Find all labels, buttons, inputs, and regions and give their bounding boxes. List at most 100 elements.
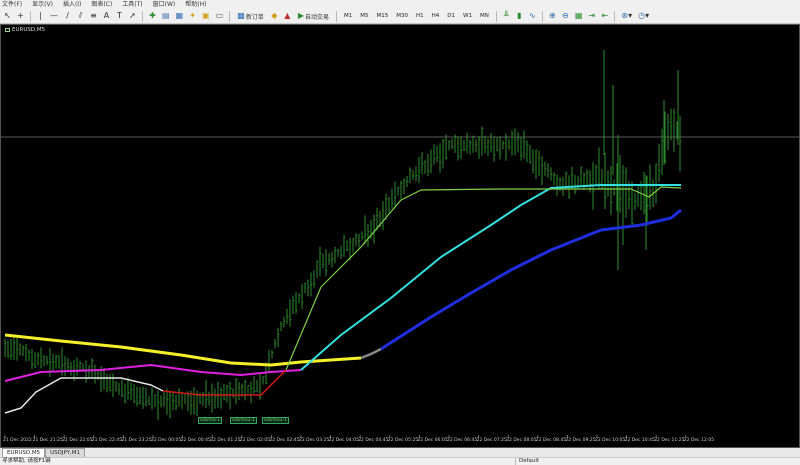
vertical-line-button[interactable]: | [35, 10, 46, 22]
help-text: 寻求帮助, 请按F1键 [2, 458, 51, 464]
time-axis-label: 22 Dec 09:25 [565, 438, 596, 443]
menu-insert[interactable]: 插入(I) [63, 0, 81, 9]
bar-chart-icon: ╨ [503, 11, 509, 20]
toolbar-separator [614, 10, 616, 22]
time-axis-label: 21 Dec 21:25 [32, 438, 63, 443]
tester-icon: ▭ [215, 11, 224, 20]
zoom-out-button[interactable]: ⊖ [560, 10, 571, 22]
period-w1[interactable]: W1 [460, 10, 475, 22]
ma-gray-segment [360, 347, 382, 360]
period-m15[interactable]: M15 [374, 10, 392, 22]
menu-help[interactable]: 帮助(H) [185, 0, 206, 9]
autotrading-button[interactable]: ▶ 自动交易 [295, 10, 332, 22]
trendline-button[interactable]: / [62, 10, 73, 22]
auto-scroll-button[interactable]: ⇥ [586, 10, 597, 22]
candles-button[interactable]: ▮ [514, 10, 525, 22]
object-tag[interactable]: sdsrma2-1 [230, 417, 257, 424]
time-axis-label: 22 Dec 12:05 [683, 438, 715, 443]
new-order-button[interactable]: ▩ 新订单 [234, 10, 267, 22]
new-order-icon: ▩ [237, 11, 245, 20]
bar-chart-button[interactable]: ╨ [501, 10, 512, 22]
object-tag[interactable]: sdsrma-1 [198, 417, 222, 424]
chart-tabs: EURUSD,M5 USDJPY,M1 [0, 448, 800, 457]
menu-window[interactable]: 窗口(W) [153, 0, 176, 9]
chart-shift-button[interactable]: ⇤ [599, 10, 610, 22]
crosshair-icon: + [17, 11, 24, 20]
candles-icon: ▮ [517, 11, 522, 20]
time-axis-label: 22 Dec 00:05 [151, 438, 182, 443]
horizontal-line-button[interactable]: — [48, 10, 60, 22]
toolbar-separator [142, 10, 143, 22]
time-axis-label: 21 Dec 22:05 [62, 438, 93, 443]
toolbar-separator [229, 10, 231, 22]
time-axis-label: 22 Dec 10:45 [624, 438, 655, 443]
tab-usdjpy-m1[interactable]: USDJPY,M1 [45, 448, 86, 457]
arrows-button[interactable]: ➚ [127, 10, 138, 22]
channel-button[interactable]: ⫽ [75, 10, 86, 22]
period-h4[interactable]: H4 [429, 10, 443, 22]
cursor-button[interactable]: ↖ [2, 10, 13, 22]
period-d1[interactable]: D1 [444, 10, 458, 22]
profiles-button[interactable]: ▤ [160, 10, 172, 22]
ma-fast-line [285, 186, 682, 371]
signals-button[interactable]: ▲ [282, 10, 293, 22]
period-m5[interactable]: M5 [357, 10, 371, 22]
market-watch-button[interactable]: ▦ [174, 10, 186, 22]
toolbar: ↖ + | — / ⫽ ≡ A T ➚ ✚ ▤ ▦ ✦ ▣ ▭ ▩ 新订单 ◆ … [0, 9, 800, 24]
ma-yellow-line [4, 333, 362, 367]
menu-tools[interactable]: 工具(T) [122, 0, 142, 9]
new-chart-button[interactable]: ✚ [147, 10, 158, 22]
channel-icon: ⫽ [78, 11, 83, 20]
time-axis-label: 22 Dec 08:05 [506, 438, 537, 443]
toolbar-separator [541, 10, 543, 22]
period-h1[interactable]: H1 [413, 10, 427, 22]
chevron-down-icon: ▾ [628, 11, 633, 20]
terminal-button[interactable]: ▣ [200, 10, 212, 22]
chart-window[interactable]: EURUSD,M5 sdsrma-1 sdsrma2-1 sdsrma3-1 2… [0, 24, 800, 448]
time-axis-label: 22 Dec 06:45 [447, 438, 478, 443]
chart-window-icon [5, 27, 10, 32]
crosshair-button[interactable]: + [15, 10, 26, 22]
clock-icon: ◷ [638, 11, 646, 20]
navigator-button[interactable]: ✦ [187, 10, 198, 22]
menu-file[interactable]: 文件(F) [2, 0, 22, 9]
toolbar-separator [336, 10, 337, 22]
menu-view[interactable]: 显示(V) [32, 0, 53, 9]
price-chart[interactable] [1, 25, 799, 447]
chart-shift-icon: ⇤ [601, 11, 609, 20]
terminal-icon: ▣ [202, 11, 210, 20]
new-chart-icon: ✚ [149, 11, 156, 20]
tile-windows-button[interactable]: ▦ [573, 10, 585, 22]
zoom-in-icon: ⊕ [548, 11, 556, 20]
text-button[interactable]: A [101, 10, 112, 22]
periodicity-button[interactable]: ◷ ▾ [636, 10, 651, 22]
tab-eurusd-m5[interactable]: EURUSD,M5 [2, 448, 46, 457]
period-m30[interactable]: M30 [393, 10, 411, 22]
terminal-window: 文件(F) 显示(V) 插入(I) 图表(C) 工具(T) 窗口(W) 帮助(H… [0, 0, 800, 465]
zoom-in-button[interactable]: ⊕ [547, 10, 558, 22]
time-axis-label: 22 Dec 11:25 [654, 438, 685, 443]
period-mn[interactable]: MN [477, 10, 492, 22]
tester-button[interactable]: ▭ [214, 10, 226, 22]
chart-title: EURUSD,M5 [5, 27, 45, 33]
fibonacci-button[interactable]: ≡ [88, 10, 99, 22]
meta-editor-button[interactable]: ◆ [269, 10, 280, 22]
menu-bar: 文件(F) 显示(V) 插入(I) 图表(C) 工具(T) 窗口(W) 帮助(H… [0, 0, 800, 9]
time-axis-label: 21 Dec 22:45 [91, 438, 123, 443]
object-tag[interactable]: sdsrma3-1 [262, 417, 289, 424]
time-axis-label: 22 Dec 04:05 [328, 438, 359, 443]
vertical-line-icon: | [39, 11, 42, 20]
time-axis-label: 22 Dec 01:25 [210, 438, 241, 443]
label-button[interactable]: T [114, 10, 125, 22]
menu-charts[interactable]: 图表(C) [91, 0, 112, 9]
period-m1[interactable]: M1 [341, 10, 355, 22]
market-watch-icon: ▦ [175, 11, 184, 20]
editor-icon: ◆ [271, 11, 278, 20]
time-axis-label: 22 Dec 02:45 [269, 438, 300, 443]
indicators-button[interactable]: ⊛ ▾ [619, 10, 634, 22]
trendline-icon: / [66, 11, 69, 20]
line-chart-button[interactable]: ∿ [527, 10, 538, 22]
horizontal-line-icon: — [50, 11, 58, 20]
chevron-down-icon: ▾ [645, 11, 650, 20]
line-chart-icon: ∿ [528, 11, 536, 20]
